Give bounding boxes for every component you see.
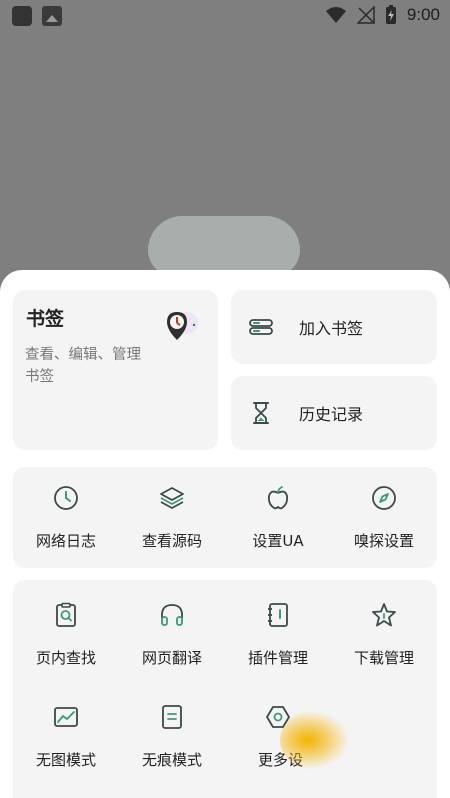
page-search-icon	[56, 602, 76, 627]
no-signal-icon	[356, 6, 375, 24]
image-icon	[54, 707, 78, 727]
view-source-button[interactable]: 查看源码	[119, 467, 225, 567]
clock-icon	[54, 486, 78, 510]
set-ua-label: 设置UA	[252, 532, 304, 550]
bottom-sheet-menu: 书签 查看、编辑、管理书签 加入书签 历史记录 网络日志 查看源码 设置UA 嗅…	[0, 270, 450, 798]
incognito-mode-label: 无痕模式	[141, 751, 202, 769]
layers-icon	[160, 487, 184, 509]
bookmarks-description: 查看、编辑、管理书签	[25, 347, 141, 385]
history-label: 历史记录	[299, 405, 364, 424]
headphones-icon	[161, 604, 183, 626]
network-log-button[interactable]: 网络日志	[13, 467, 119, 567]
document-icon	[162, 705, 182, 729]
notebook-icon	[268, 603, 288, 627]
no-image-mode-button[interactable]: 无图模式	[13, 686, 119, 786]
no-image-mode-label: 无图模式	[35, 751, 96, 769]
wifi-icon	[325, 7, 346, 23]
star-icon	[372, 603, 396, 627]
status-bar: 9:00	[0, 0, 450, 32]
history-button[interactable]: 历史记录	[231, 376, 437, 450]
translate-page-button[interactable]: 网页翻译	[119, 584, 225, 684]
bookmark-tag-icon	[167, 312, 198, 340]
clock-time: 9:00	[406, 5, 440, 24]
background-illustration	[148, 216, 300, 276]
find-in-page-button[interactable]: 页内查找	[13, 584, 119, 684]
bookmarks-card[interactable]: 书签 查看、编辑、管理书签	[13, 290, 218, 450]
apple-icon	[267, 486, 289, 510]
add-bookmark-button[interactable]: 加入书签	[231, 290, 437, 364]
download-manager-button[interactable]: 下载管理	[331, 584, 437, 684]
incognito-mode-button[interactable]: 无痕模式	[119, 686, 225, 786]
sniff-settings-button[interactable]: 嗅探设置	[331, 467, 437, 567]
find-in-page-label: 页内查找	[35, 649, 96, 667]
tools-panel-secondary: 页内查找 网页翻译 插件管理 下载管理 无图模式 无痕模式 更多设	[13, 580, 437, 798]
add-bookmark-label: 加入书签	[299, 319, 364, 338]
hourglass-icon	[253, 402, 269, 424]
app-notification-icon	[12, 6, 32, 26]
bookmark-add-icon	[249, 319, 273, 335]
network-log-label: 网络日志	[35, 532, 96, 550]
download-manager-label: 下载管理	[353, 649, 414, 667]
battery-charging-icon	[385, 5, 396, 24]
view-source-label: 查看源码	[141, 532, 202, 550]
touch-highlight	[280, 710, 350, 770]
bookmarks-title: 书签	[26, 308, 65, 330]
tools-panel-primary: 网络日志 查看源码 设置UA 嗅探设置	[13, 467, 437, 568]
compass-icon	[372, 486, 396, 510]
image-notification-icon	[42, 6, 62, 26]
sniff-settings-label: 嗅探设置	[353, 532, 414, 550]
plugin-manager-button[interactable]: 插件管理	[225, 584, 331, 684]
translate-page-label: 网页翻译	[141, 649, 202, 667]
plugin-manager-label: 插件管理	[247, 649, 308, 667]
set-ua-button[interactable]: 设置UA	[225, 467, 331, 567]
